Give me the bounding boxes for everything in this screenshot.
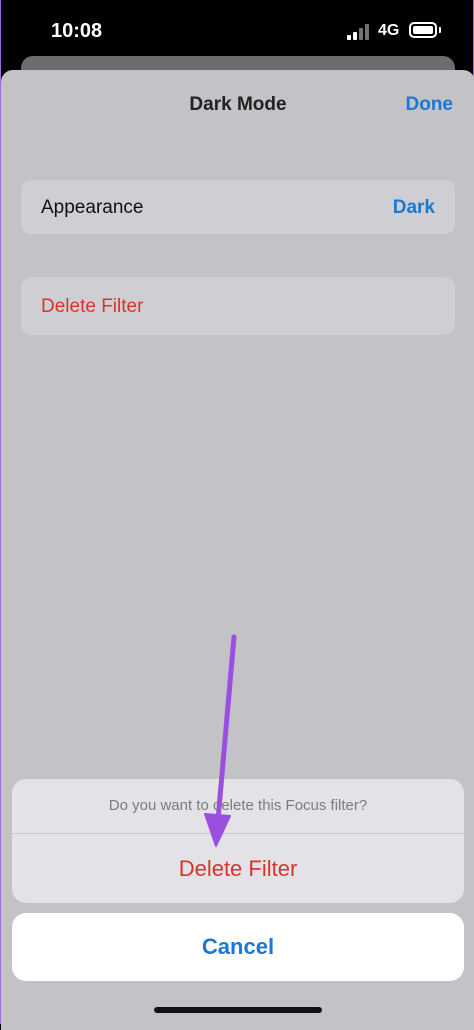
delete-filter-button[interactable]: Delete Filter xyxy=(12,834,464,903)
battery-cap xyxy=(439,27,441,33)
appearance-label: Appearance xyxy=(41,197,144,218)
status-bar: 10:08 4G xyxy=(1,0,473,62)
cancel-button[interactable]: Cancel xyxy=(12,913,464,981)
battery-icon xyxy=(409,22,437,38)
page-title: Dark Mode xyxy=(189,94,287,115)
done-button[interactable]: Done xyxy=(406,94,454,116)
action-sheet: Do you want to delete this Focus filter?… xyxy=(12,779,464,903)
home-indicator[interactable] xyxy=(154,1007,322,1013)
appearance-row[interactable]: Appearance Dark xyxy=(21,180,455,234)
delete-filter-row[interactable]: Delete Filter xyxy=(21,277,455,335)
delete-filter-label: Delete Filter xyxy=(41,296,144,317)
signal-icon xyxy=(347,24,373,40)
network-type: 4G xyxy=(378,22,400,39)
appearance-value: Dark xyxy=(392,197,435,218)
status-time: 10:08 xyxy=(51,20,103,42)
action-sheet-message: Do you want to delete this Focus filter? xyxy=(108,797,368,814)
